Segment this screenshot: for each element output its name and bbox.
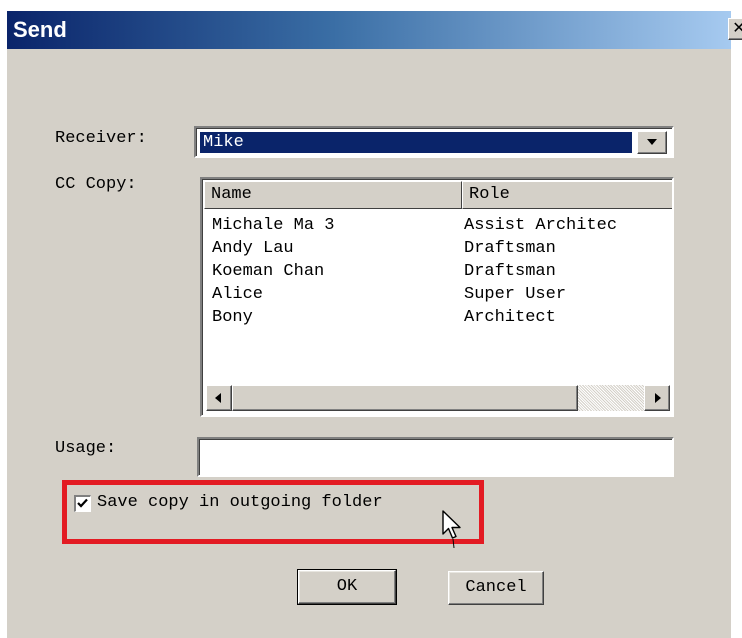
close-icon: ✕: [732, 18, 742, 37]
horizontal-scrollbar[interactable]: [206, 385, 670, 411]
list-item[interactable]: Andy Lau Draftsman: [204, 237, 672, 260]
send-dialog: Send Receiver: Mike CC Copy: Name Role M…: [6, 10, 731, 638]
list-item-name: Andy Lau: [212, 239, 294, 258]
scroll-left-button[interactable]: [206, 385, 232, 411]
ok-button[interactable]: OK: [297, 569, 397, 605]
list-item-name: Alice: [212, 285, 264, 304]
list-item[interactable]: Bony Architect: [204, 306, 672, 329]
chevron-down-icon: [647, 139, 657, 145]
close-button[interactable]: ✕: [728, 18, 742, 40]
column-header-name[interactable]: Name: [204, 181, 462, 209]
receiver-selected-value: Mike: [200, 132, 632, 153]
list-item-name: Michale Ma 3: [212, 216, 335, 235]
scrollbar-track[interactable]: [578, 385, 644, 411]
column-header-role[interactable]: Role: [462, 181, 672, 209]
scroll-right-button[interactable]: [644, 385, 670, 411]
cancel-button[interactable]: Cancel: [448, 571, 544, 605]
receiver-label: Receiver:: [55, 129, 147, 148]
receiver-dropdown[interactable]: Mike: [194, 126, 674, 158]
list-item-name: Bony: [212, 308, 253, 327]
list-item[interactable]: Michale Ma 3 Assist Architec: [204, 214, 672, 237]
list-item[interactable]: Koeman Chan Draftsman: [204, 260, 672, 283]
cc-list-header: Name Role: [204, 181, 672, 209]
arrow-left-icon: [215, 393, 221, 403]
title-bar[interactable]: Send: [7, 11, 731, 49]
usage-label: Usage:: [55, 439, 117, 458]
list-item-role: Draftsman: [464, 262, 556, 281]
receiver-dropdown-button[interactable]: [637, 131, 667, 154]
checkmark-icon: [77, 498, 88, 508]
cc-copy-label: CC Copy:: [55, 175, 137, 194]
list-item[interactable]: Alice Super User: [204, 283, 672, 306]
scrollbar-thumb[interactable]: [232, 385, 578, 411]
window-title: Send: [13, 17, 67, 42]
save-copy-checkbox[interactable]: [74, 495, 91, 512]
mouse-pointer-icon: [442, 510, 461, 549]
list-item-role: Assist Architec: [464, 216, 618, 235]
list-item-name: Koeman Chan: [212, 262, 325, 281]
list-item-role: Architect: [464, 308, 556, 327]
list-item-role: Super User: [464, 285, 567, 304]
save-copy-label[interactable]: Save copy in outgoing folder: [97, 491, 383, 515]
cc-copy-list[interactable]: Name Role Michale Ma 3 Assist Architec A…: [200, 177, 674, 417]
arrow-right-icon: [655, 393, 661, 403]
usage-input[interactable]: [197, 437, 674, 477]
list-item-role: Draftsman: [464, 239, 556, 258]
